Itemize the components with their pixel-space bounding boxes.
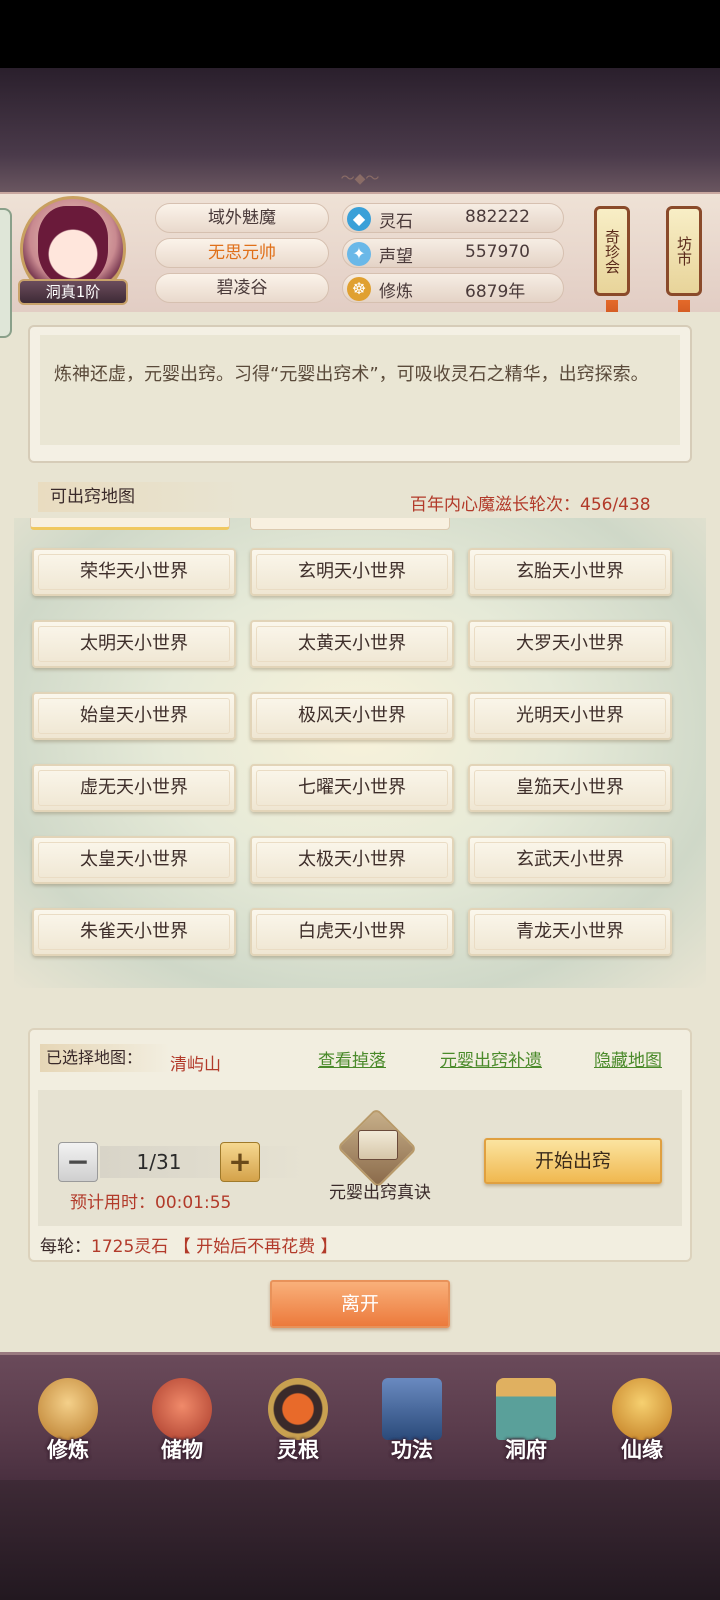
map-button[interactable]: 太明天小世界 (32, 620, 236, 668)
selected-map-value: 清屿山 (170, 1055, 221, 1075)
cost-note: 【 开始后不再花费 】 (173, 1237, 338, 1257)
cost-per-round: 每轮：1725灵石 【 开始后不再花费 】 (40, 1232, 337, 1257)
spirit-root-icon (268, 1378, 328, 1440)
bag-icon (152, 1378, 212, 1440)
start-button[interactable]: 开始出窍 (484, 1138, 662, 1184)
cloud-ornament-icon: 〜◆〜 (340, 171, 380, 187)
side-tab[interactable] (0, 208, 12, 338)
nav-label: 灵根 (277, 1438, 319, 1462)
cultivation-icon: ☸ (347, 277, 371, 301)
bottom-bar (0, 1480, 720, 1600)
avatar[interactable] (38, 206, 108, 286)
nav-label: 功法 (391, 1438, 433, 1462)
map-button[interactable]: 青龙天小世界 (468, 908, 672, 956)
demon-round-counter: 百年内心魔滋长轮次：456/438 (410, 495, 651, 515)
supplement-link[interactable]: 元婴出窍补遗 (440, 1046, 542, 1071)
resource-label: 声望 (379, 247, 413, 267)
leave-button[interactable]: 离开 (270, 1280, 450, 1328)
resource-label: 修炼 (379, 282, 413, 302)
nav-item-techniques[interactable]: 功法 (364, 1378, 460, 1474)
status-bar (0, 0, 720, 68)
map-button[interactable]: 始皇天小世界 (32, 692, 236, 740)
map-button[interactable]: 光明天小世界 (468, 692, 672, 740)
increase-button[interactable]: + (220, 1142, 260, 1182)
map-button[interactable]: 七曜天小世界 (250, 764, 454, 812)
map-button[interactable]: 玄胎天小世界 (468, 548, 672, 596)
nav-item-storage[interactable]: 储物 (134, 1378, 230, 1474)
description-text: 炼神还虚，元婴出窍。习得“元婴出窍术”，可吸收灵石之精华，出窍探索。 (54, 364, 649, 385)
section-title: 可出窍地图 (38, 482, 248, 512)
meditation-icon (38, 1378, 98, 1440)
market-lantern[interactable]: 坊市 (666, 206, 702, 296)
title-tag: 域外魅魔 (155, 203, 329, 233)
selected-map-label: 已选择地图： (40, 1044, 170, 1072)
cave-house-icon (496, 1378, 556, 1440)
map-button[interactable]: 虚无天小世界 (32, 764, 236, 812)
map-button[interactable]: 极风天小世界 (250, 692, 454, 740)
map-button[interactable]: 玄武天小世界 (468, 836, 672, 884)
nav-item-fate[interactable]: 仙缘 (594, 1378, 690, 1474)
cost-prefix: 每轮： (40, 1237, 91, 1257)
map-button[interactable]: 荣华天小世界 (32, 548, 236, 596)
resource-spirit-stone: ◆ 灵石 882222 (342, 203, 564, 233)
map-button[interactable]: 太极天小世界 (250, 836, 454, 884)
map-button[interactable]: 朱雀天小世界 (32, 908, 236, 956)
rank-title-tag: 无思元帅 (155, 238, 329, 268)
reputation-icon: ✦ (347, 242, 371, 266)
map-button[interactable]: 白虎天小世界 (250, 908, 454, 956)
resource-label: 灵石 (379, 212, 413, 232)
nav-label: 储物 (161, 1438, 203, 1462)
map-button[interactable]: 太黄天小世界 (250, 620, 454, 668)
cost-value: 1725灵石 (91, 1237, 169, 1257)
map-button[interactable]: 大罗天小世界 (468, 620, 672, 668)
item-label: 元婴出窍真诀 (329, 1183, 431, 1203)
sect-tag: 碧凌谷 (155, 273, 329, 303)
nav-label: 仙缘 (621, 1438, 663, 1462)
resource-cultivation: ☸ 修炼 6879年 (342, 273, 564, 303)
map-button[interactable]: 太皇天小世界 (32, 836, 236, 884)
view-drops-link[interactable]: 查看掉落 (318, 1046, 386, 1071)
resource-value: 6879年 (465, 282, 526, 302)
description-inner (40, 335, 680, 445)
decrease-button[interactable]: − (58, 1142, 98, 1182)
map-button[interactable]: 皇笳天小世界 (468, 764, 672, 812)
rank-plate: 洞真1阶 (18, 279, 128, 305)
gourd-icon (612, 1378, 672, 1440)
nav-item-cultivate[interactable]: 修炼 (20, 1378, 116, 1474)
hide-map-link[interactable]: 隐藏地图 (594, 1046, 662, 1071)
resource-value: 882222 (465, 207, 530, 227)
description-box (28, 325, 692, 463)
open-book-icon[interactable] (358, 1130, 398, 1160)
estimated-time: 预计用时：00:01:55 (70, 1193, 232, 1213)
rounds-value: 1/31 (136, 1150, 182, 1174)
nav-label: 修炼 (47, 1438, 89, 1462)
nav-label: 洞府 (505, 1438, 547, 1462)
treasure-fair-lantern[interactable]: 奇珍会 (594, 206, 630, 296)
map-button-partial[interactable] (250, 518, 450, 530)
map-button[interactable]: 玄明天小世界 (250, 548, 454, 596)
scroll-book-icon (382, 1378, 442, 1440)
map-button-partial[interactable] (30, 518, 230, 530)
resource-reputation: ✦ 声望 557970 (342, 238, 564, 268)
nav-item-spirit-root[interactable]: 灵根 (250, 1378, 346, 1474)
spirit-stone-icon: ◆ (347, 207, 371, 231)
nav-item-cave[interactable]: 洞府 (478, 1378, 574, 1474)
resource-value: 557970 (465, 242, 530, 262)
